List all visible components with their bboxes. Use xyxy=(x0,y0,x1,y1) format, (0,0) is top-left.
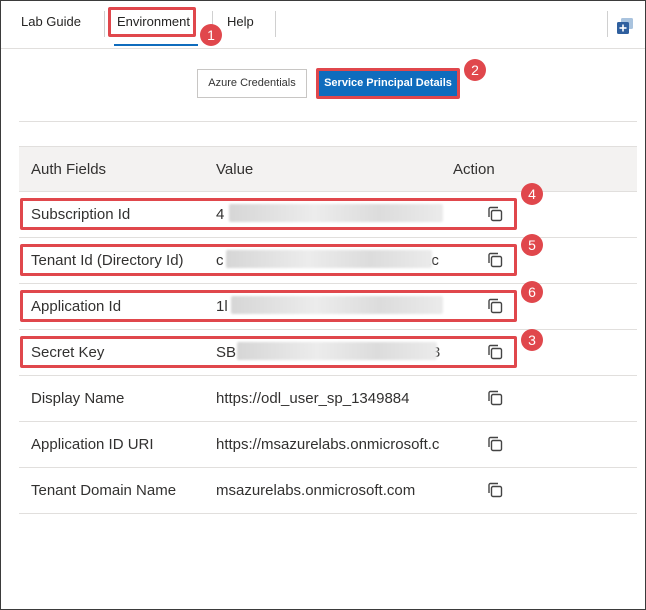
highlight-application-row xyxy=(20,290,517,322)
value-application-id-uri: https://msazurelabs.onmicrosoft.c xyxy=(216,436,440,453)
tab-bar: Lab Guide Environment Help xyxy=(1,1,645,49)
tab-separator xyxy=(104,11,105,37)
highlight-tenant-row xyxy=(20,244,517,276)
annotation-badge-1: 1 xyxy=(200,24,222,46)
annotation-badge-3: 3 xyxy=(521,329,543,351)
copy-icon[interactable] xyxy=(486,389,504,407)
field-application-id-uri: Application ID URI xyxy=(31,436,154,453)
tab-separator xyxy=(607,11,608,37)
table-row: Application ID URI https://msazurelabs.o… xyxy=(19,422,637,468)
annotation-badge-4: 4 xyxy=(521,183,543,205)
annotation-badge-6: 6 xyxy=(521,281,543,303)
table-header: Auth Fields Value Action xyxy=(19,146,637,192)
annotation-badge-5: 5 xyxy=(521,234,543,256)
table-row: Display Name https://odl_user_sp_1349884 xyxy=(19,376,637,422)
add-window-icon[interactable] xyxy=(616,17,634,35)
lab-panel: Lab Guide Environment Help Azure Credent… xyxy=(0,0,646,610)
copy-icon[interactable] xyxy=(486,481,504,499)
header-action: Action xyxy=(453,161,495,178)
annotation-badge-2: 2 xyxy=(464,59,486,81)
tab-lab-guide[interactable]: Lab Guide xyxy=(21,14,81,29)
highlight-secret-row xyxy=(20,336,517,368)
copy-icon[interactable] xyxy=(486,435,504,453)
divider xyxy=(19,121,637,122)
tab-separator xyxy=(275,11,276,37)
highlight-service-principal-button xyxy=(316,68,460,99)
table-row: Tenant Domain Name msazurelabs.onmicroso… xyxy=(19,468,637,514)
tab-help[interactable]: Help xyxy=(227,14,254,29)
value-display-name: https://odl_user_sp_1349884 xyxy=(216,390,410,407)
highlight-environment-tab xyxy=(108,7,196,37)
active-tab-indicator xyxy=(114,44,198,46)
field-tenant-domain-name: Tenant Domain Name xyxy=(31,482,177,499)
value-tenant-domain-name: msazurelabs.onmicrosoft.com xyxy=(216,482,416,499)
header-auth-fields: Auth Fields xyxy=(31,161,107,178)
field-display-name: Display Name xyxy=(31,390,125,407)
header-value: Value xyxy=(216,161,254,178)
highlight-subscription-row xyxy=(20,198,517,230)
azure-credentials-button[interactable]: Azure Credentials xyxy=(197,69,307,98)
